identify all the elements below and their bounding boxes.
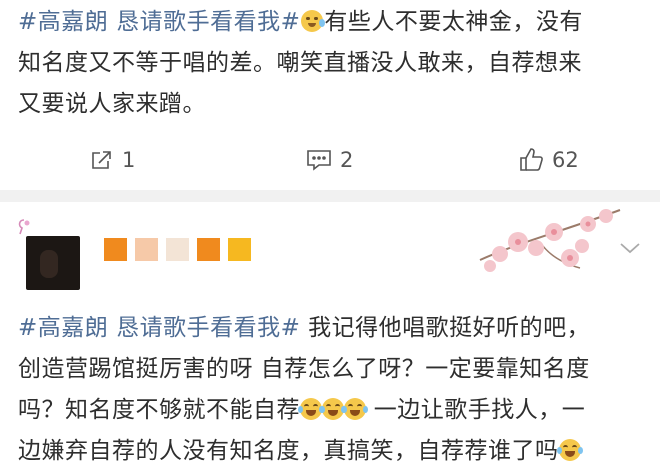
laughing-tears-emoji-icon <box>342 398 368 420</box>
repost-button[interactable]: 1 <box>90 140 135 180</box>
repost-icon <box>92 151 111 169</box>
comment-hashtag[interactable]: #高嘉朗 恳请歌手看看我# <box>18 315 300 341</box>
post-text-line1: 有些人不要太神金，没有 <box>324 9 583 35</box>
like-count: 62 <box>552 148 579 172</box>
username-block <box>104 238 127 261</box>
chevron-down-icon[interactable] <box>618 240 642 256</box>
laughing-tears-emoji-icon <box>556 439 583 461</box>
post-actions-bar: 1 2 62 <box>0 140 660 180</box>
username-block <box>135 238 158 261</box>
comment-text-line2: 创造营踢馆挺厉害的呀 自荐怎么了呀？一定要靠知名度 <box>18 356 590 382</box>
post-text-line3: 又要说人家来蹭。 <box>18 91 206 117</box>
post-text-line2: 知名度又不等于唱的差。嘲笑直播没人敢来，自荐想来 <box>18 50 582 76</box>
username-block <box>197 238 220 261</box>
comment-icon <box>307 150 331 171</box>
like-button[interactable]: 62 <box>518 140 579 180</box>
username-mosaic[interactable] <box>104 238 251 262</box>
repost-count: 1 <box>122 148 136 172</box>
post-hashtag[interactable]: #高嘉朗 恳请歌手看看我# <box>18 9 300 35</box>
comment-text-line3-post: 一边让歌手找人，一 <box>366 397 586 423</box>
avatar[interactable] <box>26 236 80 290</box>
thumbs-up-icon <box>520 148 543 171</box>
comment-text-line3-pre: 吗？知名度不够就不能自荐 <box>18 397 300 423</box>
section-divider <box>0 190 660 202</box>
laughing-tears-emoji-icon <box>298 398 324 420</box>
weibo-post: #高嘉朗 恳请歌手看看我# 有些人不要太神金，没有 知名度又不等于唱的差。嘲笑直播… <box>0 0 660 190</box>
post-text: #高嘉朗 恳请歌手看看我# 有些人不要太神金，没有 知名度又不等于唱的差。嘲笑直播… <box>18 2 648 125</box>
cherry-blossom-decoration-icon <box>479 209 621 272</box>
comment-count: 2 <box>340 148 354 172</box>
avatar-pendant-icon <box>18 219 30 235</box>
username-block <box>166 238 189 261</box>
weibo-comment: #高嘉朗 恳请歌手看看我# 我记得他唱歌挺好听的吧， 创造营踢馆挺厉害的呀 自荐… <box>0 202 660 464</box>
laughing-tears-emoji-icon <box>320 398 346 420</box>
comment-button[interactable]: 2 <box>306 140 353 180</box>
crying-face-emoji-icon <box>301 10 326 32</box>
comment-text-line4: 边嫌弃自荐的人没有知名度，真搞笑，自荐荐谁了吗 <box>18 438 559 464</box>
username-block <box>228 238 251 261</box>
comment-text-line1: 我记得他唱歌挺好听的吧， <box>300 315 591 341</box>
comment-text: #高嘉朗 恳请歌手看看我# 我记得他唱歌挺好听的吧， 创造营踢馆挺厉害的呀 自荐… <box>18 308 648 472</box>
